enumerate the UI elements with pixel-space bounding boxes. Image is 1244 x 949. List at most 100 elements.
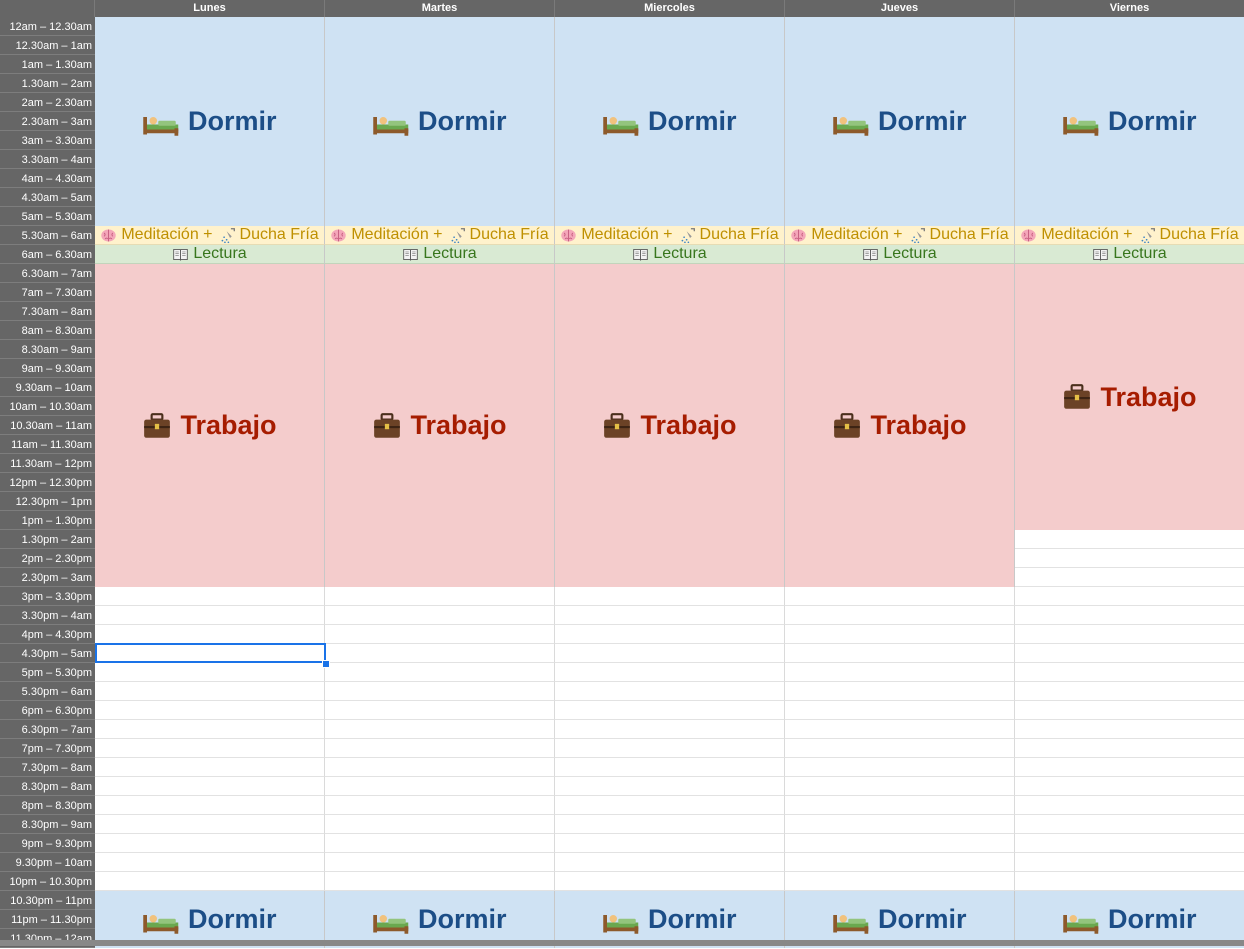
block-lectura[interactable]: Lectura [785, 245, 1015, 264]
grid-cell[interactable] [555, 644, 785, 663]
grid-cell[interactable] [1015, 587, 1244, 606]
grid-cell[interactable] [1015, 739, 1244, 758]
grid-cell[interactable] [325, 701, 555, 720]
grid-cell[interactable] [555, 777, 785, 796]
grid-cell[interactable] [785, 587, 1015, 606]
grid-cell[interactable] [95, 815, 325, 834]
grid-cell[interactable] [785, 853, 1015, 872]
grid-cell[interactable] [325, 853, 555, 872]
block-trabajo[interactable]: Trabajo [325, 264, 555, 587]
bottom-scrollbar[interactable] [0, 940, 1244, 946]
grid-cell[interactable] [785, 644, 1015, 663]
block-meditacion[interactable]: Meditación + Ducha Fría [555, 226, 785, 245]
selected-cell[interactable] [95, 643, 326, 663]
grid-cell[interactable] [785, 739, 1015, 758]
grid-cell[interactable] [1015, 777, 1244, 796]
day-header-miercoles[interactable]: Miercoles [555, 0, 785, 17]
block-meditacion[interactable]: Meditación + Ducha Fría [785, 226, 1015, 245]
grid-cell[interactable] [95, 853, 325, 872]
grid-cell[interactable] [1015, 663, 1244, 682]
grid-cell[interactable] [95, 872, 325, 891]
block-dormir[interactable]: Dormir [95, 17, 325, 226]
grid-cell[interactable] [1015, 815, 1244, 834]
block-dormir[interactable]: Dormir [325, 17, 555, 226]
grid-cell[interactable] [1015, 796, 1244, 815]
grid-cell[interactable] [95, 720, 325, 739]
block-trabajo[interactable]: Trabajo [95, 264, 325, 587]
grid-cell[interactable] [555, 587, 785, 606]
grid-cell[interactable] [1015, 853, 1244, 872]
grid-cell[interactable] [325, 834, 555, 853]
grid-cell[interactable] [555, 834, 785, 853]
grid-cell[interactable] [325, 739, 555, 758]
grid-cell[interactable] [1015, 701, 1244, 720]
grid-cell[interactable] [325, 777, 555, 796]
grid-cell[interactable] [325, 644, 555, 663]
grid-cell[interactable] [555, 720, 785, 739]
grid-cell[interactable] [325, 663, 555, 682]
day-header-jueves[interactable]: Jueves [785, 0, 1015, 17]
grid-cell[interactable] [785, 625, 1015, 644]
grid-cell[interactable] [95, 587, 325, 606]
grid-cell[interactable] [785, 758, 1015, 777]
day-header-viernes[interactable]: Viernes [1015, 0, 1244, 17]
day-header-martes[interactable]: Martes [325, 0, 555, 17]
grid-cell[interactable] [785, 606, 1015, 625]
grid-cell[interactable] [555, 606, 785, 625]
grid-cell[interactable] [95, 777, 325, 796]
block-trabajo[interactable]: Trabajo [1015, 264, 1244, 530]
grid-cell[interactable] [555, 815, 785, 834]
grid-cell[interactable] [95, 663, 325, 682]
block-lectura[interactable]: Lectura [555, 245, 785, 264]
grid-cell[interactable] [1015, 549, 1244, 568]
grid-cell[interactable] [785, 834, 1015, 853]
grid-cell[interactable] [1015, 625, 1244, 644]
grid-cell[interactable] [95, 606, 325, 625]
grid-cell[interactable] [1015, 568, 1244, 587]
grid-cell[interactable] [325, 872, 555, 891]
grid-cell[interactable] [785, 872, 1015, 891]
grid-cell[interactable] [785, 682, 1015, 701]
grid-cell[interactable] [785, 815, 1015, 834]
grid-cell[interactable] [555, 701, 785, 720]
grid-cell[interactable] [555, 796, 785, 815]
block-lectura[interactable]: Lectura [1015, 245, 1244, 264]
grid-cell[interactable] [1015, 720, 1244, 739]
block-lectura[interactable]: Lectura [325, 245, 555, 264]
grid-cell[interactable] [325, 720, 555, 739]
grid-cell[interactable] [555, 682, 785, 701]
grid-cell[interactable] [95, 834, 325, 853]
grid-cell[interactable] [325, 606, 555, 625]
day-header-lunes[interactable]: Lunes [95, 0, 325, 17]
block-meditacion[interactable]: Meditación + Ducha Fría [325, 226, 555, 245]
grid-cell[interactable] [555, 872, 785, 891]
grid-cell[interactable] [95, 739, 325, 758]
block-dormir[interactable]: Dormir [555, 17, 785, 226]
grid-cell[interactable] [1015, 530, 1244, 549]
grid-cell[interactable] [325, 625, 555, 644]
grid-cell[interactable] [325, 758, 555, 777]
grid-cell[interactable] [325, 796, 555, 815]
grid-cell[interactable] [95, 682, 325, 701]
grid-cell[interactable] [325, 815, 555, 834]
grid-cell[interactable] [785, 663, 1015, 682]
block-dormir[interactable]: Dormir [785, 17, 1015, 226]
grid-cell[interactable] [95, 796, 325, 815]
block-trabajo[interactable]: Trabajo [555, 264, 785, 587]
block-lectura[interactable]: Lectura [95, 245, 325, 264]
grid-cell[interactable] [95, 625, 325, 644]
grid-cell[interactable] [95, 758, 325, 777]
grid-cell[interactable] [785, 777, 1015, 796]
block-meditacion[interactable]: Meditación + Ducha Fría [95, 226, 325, 245]
grid-cell[interactable] [1015, 758, 1244, 777]
grid-cell[interactable] [785, 720, 1015, 739]
grid-cell[interactable] [1015, 644, 1244, 663]
grid-cell[interactable] [1015, 682, 1244, 701]
grid-cell[interactable] [555, 625, 785, 644]
grid-cell[interactable] [325, 682, 555, 701]
grid-cell[interactable] [555, 758, 785, 777]
grid-cell[interactable] [555, 663, 785, 682]
grid-cell[interactable] [785, 796, 1015, 815]
grid-cell[interactable] [555, 739, 785, 758]
grid-cell[interactable] [1015, 606, 1244, 625]
